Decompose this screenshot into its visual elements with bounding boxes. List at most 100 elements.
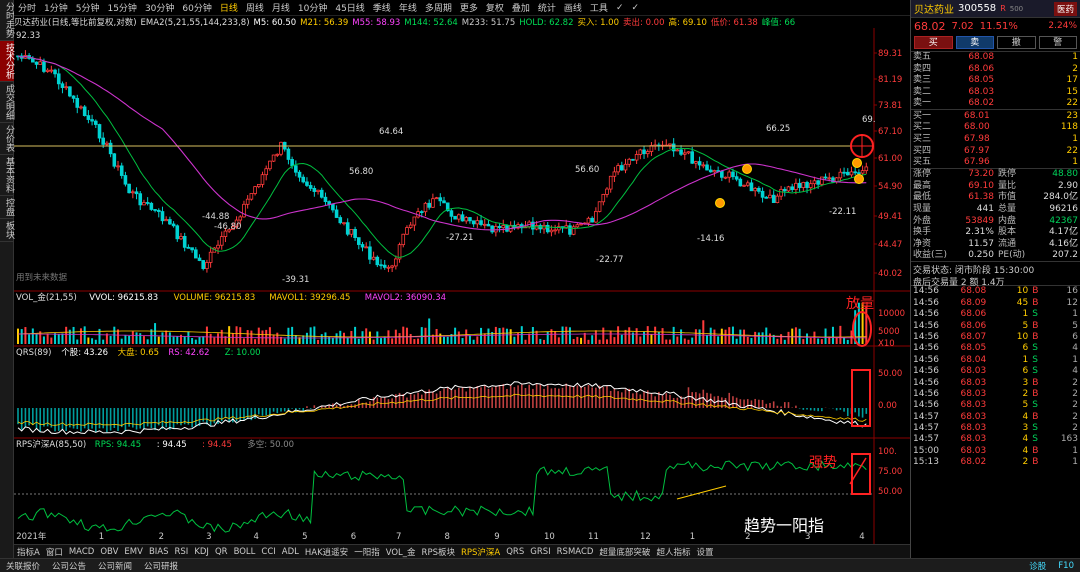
alert-button[interactable]: 警	[1038, 36, 1077, 49]
indicator-tab-19[interactable]: RSMACD	[554, 547, 597, 557]
indicator-tab-12[interactable]: HAK逍遥安	[302, 546, 351, 558]
period-0[interactable]: 分时	[14, 1, 40, 14]
candle-body	[827, 177, 832, 180]
candle-body	[731, 171, 735, 178]
status-link-1[interactable]: 公司公告	[46, 560, 92, 572]
left-tab-5[interactable]: 控盘	[0, 196, 14, 219]
indicator-tab-14[interactable]: VOL_金	[383, 546, 419, 558]
period-1[interactable]: 1分钟	[40, 1, 72, 14]
status-link-3[interactable]: 公司研报	[138, 560, 184, 572]
trade-time: 14:56	[913, 320, 939, 331]
qrs-bar	[758, 399, 760, 408]
chart-area[interactable]: 贝达药业(日线,等比前复权,对数) EMA2(5,21,55,144,233,8)…	[14, 16, 910, 544]
period-17[interactable]: 统计	[534, 1, 560, 14]
price-annotation: -22.11	[829, 207, 856, 217]
period-18[interactable]: 画线	[560, 1, 586, 14]
volume-bar	[657, 331, 660, 344]
period-15[interactable]: 复权	[482, 1, 508, 14]
bids-row[interactable]: 买二 68.00 118	[911, 122, 1080, 134]
qrs-bar	[854, 408, 856, 413]
status-link-2[interactable]: 公司新闻	[92, 560, 138, 572]
left-tab-0[interactable]: 分时走势	[0, 0, 14, 41]
period-2[interactable]: 5分钟	[72, 1, 104, 14]
volume-bar	[257, 327, 260, 344]
status-right-0[interactable]: 诊股	[1023, 560, 1052, 572]
volume-bar	[428, 318, 431, 344]
indicator-tab-1[interactable]: 窗口	[43, 546, 66, 558]
qrs-bar	[772, 401, 775, 408]
period-4[interactable]: 30分钟	[141, 1, 178, 14]
candle-body	[590, 217, 594, 223]
cancel-order-button[interactable]: 撤	[997, 36, 1036, 49]
period-13[interactable]: 多周期	[421, 1, 456, 14]
left-tab-6[interactable]: 板块	[0, 219, 14, 242]
indicator-tab-5[interactable]: BIAS	[146, 547, 172, 557]
sell-button[interactable]: 卖	[955, 36, 994, 49]
indicator-tab-3[interactable]: OBV	[97, 547, 121, 557]
indicator-tab-16[interactable]: RPS沪深A	[458, 546, 503, 558]
period-8[interactable]: 月线	[268, 1, 294, 14]
indicator-tab-0[interactable]: 指标A	[14, 546, 43, 558]
period-11[interactable]: 季线	[369, 1, 395, 14]
indicator-tab-2[interactable]: MACD	[66, 547, 97, 557]
bids-row[interactable]: 买四 67.97 22	[911, 145, 1080, 157]
period-10[interactable]: 45日线	[331, 1, 368, 14]
asks-row[interactable]: 卖五 68.08 1	[911, 52, 1080, 64]
asks-row[interactable]: 卖三 68.05 17	[911, 75, 1080, 87]
period-3[interactable]: 15分钟	[103, 1, 140, 14]
bids-row[interactable]: 买三 67.98 1	[911, 134, 1080, 146]
indicator-tab-9[interactable]: BOLL	[231, 547, 259, 557]
left-tab-4[interactable]: 基本资料	[0, 155, 14, 196]
indicator-tab-11[interactable]: ADL	[279, 547, 302, 557]
indicator-tab-6[interactable]: RSI	[172, 547, 192, 557]
indicator-tab-10[interactable]: CCI	[258, 547, 278, 557]
stat-row: 换手 2.31% 股本 4.17亿	[911, 227, 1080, 239]
asks-row[interactable]: 卖一 68.02 22	[911, 98, 1080, 110]
period-5[interactable]: 60分钟	[178, 1, 215, 14]
qrs-bar	[402, 394, 405, 408]
bids-row[interactable]: 买五 67.96 1	[911, 157, 1080, 169]
chart-svg[interactable]: VOL_金(21,55) VVOL: 96215.83 VOLUME: 96215.…	[14, 16, 910, 544]
left-tab-2[interactable]: 成交明细	[0, 82, 14, 123]
period-9[interactable]: 10分钟	[294, 1, 331, 14]
candle-body	[864, 166, 869, 172]
indicator-tab-17[interactable]: QRS	[503, 547, 527, 557]
period-12[interactable]: 年线	[395, 1, 421, 14]
stats-table: 涨停 73.20 跌停 48.80 最高 69.10 量比 2.90 最低 61.38 市值 284.…	[911, 169, 1080, 263]
period-16[interactable]: 叠加	[508, 1, 534, 14]
asks-row[interactable]: 卖二 68.03 15	[911, 87, 1080, 99]
period-21[interactable]: ✓	[627, 3, 643, 13]
trade-volume: 4	[1022, 434, 1029, 445]
indicator-tab-13[interactable]: 一阳指	[351, 546, 383, 558]
period-6[interactable]: 日线	[216, 1, 242, 14]
period-20[interactable]: ✓	[612, 3, 628, 13]
indicator-tab-7[interactable]: KDJ	[191, 547, 212, 557]
candle-body	[497, 225, 502, 229]
indicator-tab-21[interactable]: 超人指标	[653, 546, 693, 558]
bids-row[interactable]: 买一 68.01 23	[911, 110, 1080, 122]
trade-time: 14:56	[913, 388, 939, 399]
candle-body	[301, 176, 306, 183]
sector-tag[interactable]: 医药	[1053, 1, 1077, 16]
indicator-tab-4[interactable]: EMV	[121, 547, 146, 557]
status-link-0[interactable]: 关联报价	[0, 560, 46, 572]
indicator-tab-15[interactable]: RPS板块	[419, 546, 458, 558]
trade-count: 4	[1072, 366, 1078, 377]
indicator-tab-18[interactable]: GRSI	[527, 547, 553, 557]
left-tab-3[interactable]: 分价表	[0, 123, 14, 155]
trade-row: 14:56 68.03 5 S 2	[911, 400, 1080, 411]
status-right-1[interactable]: F10	[1052, 561, 1080, 571]
indicator-tab-8[interactable]: QR	[212, 547, 231, 557]
period-7[interactable]: 周线	[242, 1, 268, 14]
period-14[interactable]: 更多	[456, 1, 482, 14]
left-tab-1[interactable]: 技术分析	[0, 41, 14, 82]
indicator-tab-22[interactable]: 设置	[693, 546, 716, 558]
trade-price: 68.04	[960, 354, 987, 365]
period-19[interactable]: 工具	[586, 1, 612, 14]
qrs-bar	[265, 408, 267, 416]
candle-body	[297, 171, 302, 178]
indicator-tab-20[interactable]: 超量底部突破	[596, 546, 653, 558]
buy-button[interactable]: 买	[914, 36, 953, 49]
asks-row[interactable]: 卖四 68.06 2	[911, 64, 1080, 76]
candle-body	[175, 225, 180, 240]
